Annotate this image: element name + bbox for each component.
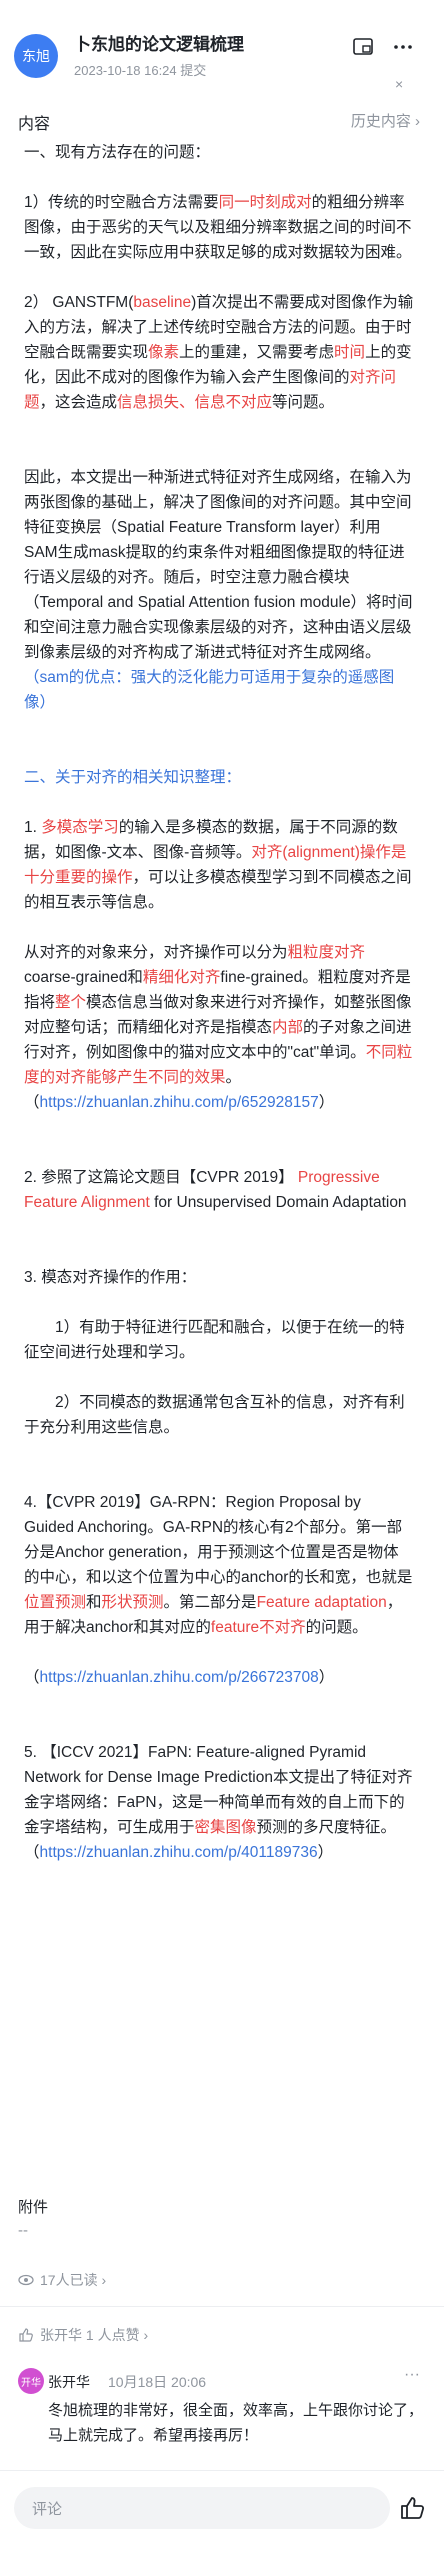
para-4: 1. 多模态学习的输入是多模态的数据，属于不同源的数据，如图像-文本、图像-音频…: [24, 815, 414, 915]
text-segment: 粗粒度对齐: [287, 944, 366, 961]
text-segment: 位置预测: [24, 1594, 87, 1611]
para-12: 5. 【ICCV 2021】FaPN: Feature-aligned Pyra…: [24, 1740, 414, 1865]
text-segment: 1.: [24, 819, 42, 836]
text-segment: for Unsupervised Domain Adaptation: [149, 1194, 407, 1211]
text-segment: 的问题。: [305, 1619, 368, 1636]
text-segment: baseline: [133, 294, 192, 311]
text-segment: coarse-grained和: [24, 969, 143, 986]
article-body: 一、现有方法存在的问题： 1）传统的时空融合方法需要同一时刻成对的粗细分辨率图像…: [24, 140, 414, 1865]
read-count-text: 17人已读 ›: [40, 2272, 107, 2288]
reference-link[interactable]: https://zhuanlan.zhihu.com/p/266723708: [40, 1669, 319, 1686]
eye-icon: [18, 2274, 34, 2286]
comment-input[interactable]: 评论: [14, 2487, 390, 2529]
text-segment: （: [24, 1669, 40, 1686]
para-10: 4.【CVPR 2019】GA-RPN：Region Proposal by G…: [24, 1490, 414, 1640]
comment-text: 冬旭梳理的非常好，很全面，效率高，上午跟你讨论了，马上就完成了。希望再接再厉！: [48, 2402, 424, 2444]
para-7: 3. 模态对齐操作的作用：: [24, 1269, 197, 1286]
text-segment: 。第二部分是: [163, 1594, 257, 1611]
attachments-empty: --: [18, 2222, 28, 2239]
history-link[interactable]: 历史内容 ›: [351, 110, 420, 131]
text-segment: 1）传统的时空融合方法需要: [24, 194, 219, 211]
text-segment: 等问题。: [272, 394, 335, 411]
author-avatar[interactable]: 东旭: [14, 34, 58, 78]
text-segment: ）: [318, 1669, 335, 1686]
text-segment: 4.【CVPR 2019】GA-RPN：Region Proposal by G…: [24, 1494, 413, 1586]
text-segment: 信息损失、信息不对应: [117, 394, 273, 411]
text-segment: 多模态学习: [41, 819, 119, 836]
para-6: 2. 参照了这篇论文题目【CVPR 2019】 Progressive Feat…: [24, 1165, 414, 1215]
like-button-icon[interactable]: [398, 2494, 426, 2522]
text-segment: 2. 参照了这篇论文题目【CVPR 2019】: [24, 1169, 298, 1186]
text-segment: （sam的优点：强大的泛化能力可适用于复杂的遥感图像）: [24, 669, 395, 711]
text-segment: 形状预测: [101, 1594, 164, 1611]
text-segment: ）: [317, 1844, 334, 1861]
text-segment: 整个: [55, 994, 87, 1011]
text-segment: 上的重建，又需要考虑: [179, 344, 335, 361]
para-9: 2）不同模态的数据通常包含互补的信息，对齐有利于充分利用这些信息。: [24, 1394, 405, 1436]
likes-text: 张开华 1 人点赞 ›: [40, 2327, 149, 2343]
text-segment: 因此，本文提出一种渐进式特征对齐生成网络，在输入为两张图像的基础上，解决了图像间…: [24, 469, 413, 661]
text-segment: Feature adaptation: [256, 1594, 387, 1611]
para-11: （https://zhuanlan.zhihu.com/p/266723708）: [24, 1665, 414, 1690]
content-section-bar: 内容 历史内容 ›: [0, 100, 444, 136]
text-segment: 从对齐的对象来分，对齐操作可以分为: [24, 944, 288, 961]
attachments-label: 附件: [18, 2199, 49, 2216]
doc-header: 东旭 卜东旭的论文逻辑梳理 2023-10-18 16:24 提交 ×: [0, 0, 444, 92]
heading-2: 二、关于对齐的相关知识整理：: [24, 769, 242, 786]
para-1: 1）传统的时空融合方法需要同一时刻成对的粗细分辨率图像，由于恶劣的天气以及粗细分…: [24, 190, 414, 265]
commenter-name[interactable]: 张开华: [48, 2372, 90, 2392]
read-count[interactable]: 17人已读 ›: [18, 2270, 106, 2290]
divider: [0, 2470, 444, 2471]
likes-row[interactable]: 张开华 1 人点赞 ›: [18, 2325, 148, 2345]
para-2: 2） GANSTFM(baseline)首次提出不需要成对图像作为输入的方法，解…: [24, 290, 414, 415]
reference-link[interactable]: https://zhuanlan.zhihu.com/p/401189736: [40, 1844, 318, 1861]
share-window-icon[interactable]: [352, 36, 374, 58]
text-segment: 内部: [272, 1019, 304, 1036]
para-3: 因此，本文提出一种渐进式特征对齐生成网络，在输入为两张图像的基础上，解决了图像间…: [24, 465, 414, 715]
comment-input-placeholder: 评论: [32, 2500, 63, 2518]
text-segment: 2） GANSTFM(: [24, 294, 134, 311]
text-segment: 像素: [148, 344, 180, 361]
heading-1: 一、现有方法存在的问题：: [24, 144, 211, 161]
text-segment: ）: [318, 1094, 335, 1111]
para-5: 从对齐的对象来分，对齐操作可以分为粗粒度对齐 coarse-grained和精细化…: [24, 940, 414, 1115]
comment-time: 10月18日 20:06: [108, 2374, 207, 2390]
thumb-up-icon: [19, 2328, 33, 2342]
commenter-avatar[interactable]: 开华: [18, 2368, 44, 2394]
text-segment: feature不对齐: [210, 1619, 306, 1636]
text-segment: 密集图像: [194, 1819, 257, 1836]
close-icon[interactable]: ×: [395, 76, 403, 92]
divider: [0, 2306, 444, 2307]
more-icon[interactable]: [392, 36, 414, 58]
page-title: 卜东旭的论文逻辑梳理: [74, 35, 244, 54]
submit-time: 2023-10-18 16:24 提交: [74, 63, 207, 78]
comment-more-icon[interactable]: ···: [404, 2366, 420, 2384]
text-segment: 同一时刻成对: [218, 194, 312, 211]
text-segment: ，这会造成: [39, 394, 118, 411]
text-segment: 和: [86, 1594, 102, 1611]
reference-link[interactable]: https://zhuanlan.zhihu.com/p/652928157: [40, 1094, 319, 1111]
para-8: 1）有助于特征进行匹配和融合，以便于在统一的特征空间进行处理和学习。: [24, 1319, 405, 1361]
content-label: 内容: [18, 116, 51, 133]
text-segment: 精细化对齐: [142, 969, 221, 986]
text-segment: 时间: [334, 344, 366, 361]
